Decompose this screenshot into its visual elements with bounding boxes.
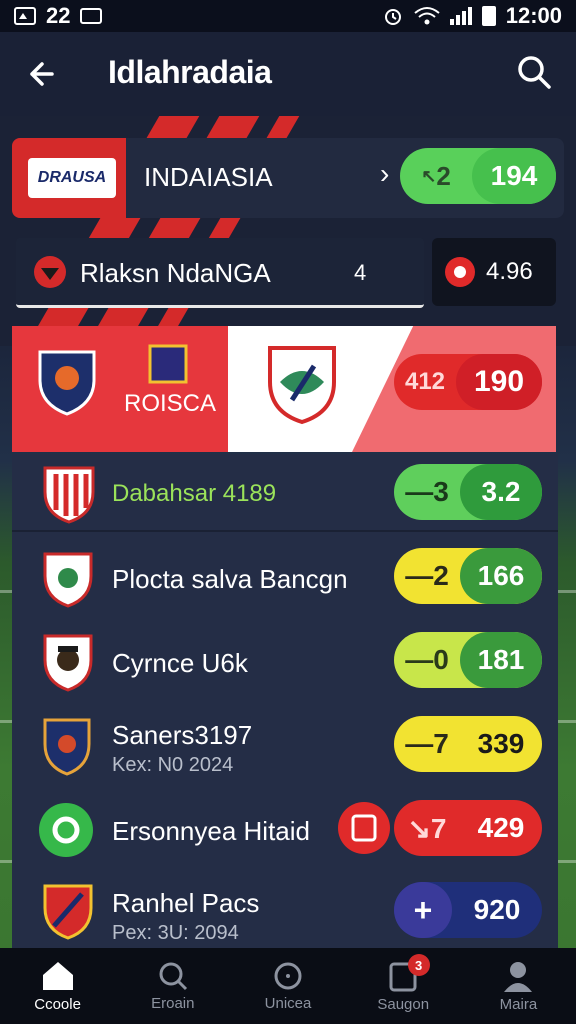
match-row[interactable]: Saners3197 Kex: N0 2024 —7 339 (12, 706, 558, 784)
row-odds-pill[interactable]: ↘7 429 (394, 800, 542, 856)
featured-logo-text: DRAUSA (37, 169, 107, 186)
featured-odds-right: 194 (472, 148, 556, 204)
home-team-flag-icon (148, 344, 188, 384)
profile-icon (504, 961, 533, 992)
row-odds-pill[interactable]: —7 339 (394, 716, 542, 772)
match-row[interactable]: Cyrnce U6k —0 181 (12, 622, 558, 700)
home-team-shield-icon (38, 350, 96, 416)
away-team-shield-icon (268, 346, 336, 425)
secondary-count: 4 (354, 260, 367, 285)
status-time: 12:00 (505, 3, 562, 28)
nav-item-home[interactable]: Ccoole (0, 948, 115, 1024)
nav-label: Eroain (151, 994, 195, 1012)
row-odds-pill[interactable]: + 920 (394, 882, 542, 938)
home-icon (42, 961, 73, 990)
nav-label: Maira (499, 995, 538, 1013)
row-odds-right: 166 (460, 548, 542, 604)
page-title: Idlahradaia (108, 54, 272, 90)
banner-odds-pill[interactable]: 412 190 (394, 354, 542, 410)
secondary-odds-box[interactable]: 4.96 (432, 238, 556, 306)
match-row[interactable]: Dabahsar 4189 —3 3.2 (12, 454, 558, 532)
row-odds-pill[interactable]: —0 181 (394, 632, 542, 688)
nav-item-search[interactable]: Eroain (115, 948, 230, 1024)
match-row[interactable]: Ersonnyea Hitaid ↘7 429 (12, 790, 558, 868)
app-header: Idlahradaia (0, 32, 576, 116)
row-odds-right: 3.2 (460, 464, 542, 520)
team-crest-icon (43, 466, 95, 524)
row-odds-pill[interactable]: —2 166 (394, 548, 542, 604)
match-banner[interactable]: ROISCA 412 190 (12, 326, 556, 452)
featured-odds-left: 2 (436, 160, 451, 191)
row-odds-right: 429 (477, 812, 525, 843)
bottom-navigation: Ccoole Eroain Unicea 3 Saugon Maira (0, 948, 576, 1024)
row-odds-pill[interactable]: —3 3.2 (394, 464, 542, 520)
notification-badge: 3 (407, 954, 430, 976)
chevron-right-icon: › (380, 158, 390, 189)
live-icon (445, 257, 475, 287)
row-team-name: Ersonnyea Hitaid (112, 816, 310, 846)
match-row[interactable]: Plocta salva Bancgn —2 166 (12, 538, 558, 616)
row-odds-left: —2 (405, 560, 449, 591)
alarm-icon (384, 9, 401, 25)
row-team-name: Ranhel Pacs (112, 888, 260, 918)
row-team-name: Dabahsar 4189 (112, 480, 277, 507)
secondary-match-row[interactable]: Rlaksn NdaNGA 4 (16, 238, 424, 308)
row-odds-left: —3 (405, 476, 449, 507)
featured-odds-pill[interactable]: ↖ 2 194 (400, 148, 556, 204)
row-team-subtitle: Pex: 3U: 2094 (112, 922, 239, 944)
search-icon (159, 962, 187, 990)
banner-odds-left: 412 (404, 368, 446, 395)
back-arrow-icon[interactable] (24, 54, 64, 94)
row-odds-right: 181 (460, 632, 542, 688)
wifi-icon (414, 7, 440, 25)
nav-label: Ccoole (34, 995, 81, 1013)
plus-icon: + (394, 882, 452, 938)
team-crest-icon (43, 552, 93, 608)
row-odds-left: ↘7 (407, 812, 447, 844)
row-team-name: Cyrnce U6k (112, 648, 248, 678)
signal-icon (449, 7, 472, 25)
featured-logo: DRAUSA (28, 158, 116, 198)
clock-icon (274, 962, 302, 989)
featured-team-name: INDAIASIA (144, 162, 273, 192)
row-odds-left: —7 (405, 728, 449, 759)
secondary-team-name: Rlaksn NdaNGA (80, 258, 271, 288)
row-odds-left: —0 (405, 644, 449, 675)
row-odds-right: 339 (477, 728, 525, 759)
row-team-subtitle: Kex: N0 2024 (112, 754, 234, 776)
odds-arrow: ↖ (421, 165, 437, 186)
team-crest-icon (43, 718, 91, 776)
search-icon[interactable] (514, 52, 554, 92)
screen-cast-icon (14, 7, 36, 25)
row-team-name: Plocta salva Bancgn (112, 564, 348, 594)
team-crest-icon (43, 634, 93, 692)
notification-bell-icon[interactable] (338, 800, 390, 856)
nav-item-profile[interactable]: Maira (461, 948, 576, 1024)
secondary-odds: 4.96 (486, 258, 533, 285)
nav-item-clipboard[interactable]: 3 Saugon (346, 948, 461, 1024)
row-team-name: Saners3197 (112, 720, 253, 750)
banner-odds-right: 190 (456, 354, 542, 410)
notification-icon (80, 8, 103, 24)
team-crest-icon (43, 884, 93, 940)
live-status-icon (39, 803, 93, 857)
status-bar: 22 12:00 (0, 0, 576, 32)
nav-label: Saugon (377, 995, 430, 1013)
nav-label: Unicea (264, 994, 312, 1012)
battery-icon (481, 6, 496, 26)
status-left-text: 22 (46, 3, 71, 28)
nav-item-clock[interactable]: Unicea (230, 948, 345, 1024)
team-crest-icon (34, 256, 66, 288)
match-row[interactable]: Ranhel Pacs Pex: 3U: 2094 + 920 (12, 874, 558, 948)
row-odds-right: 920 (473, 894, 521, 925)
featured-match-card[interactable]: DRAUSA INDAIASIA › ↖ 2 194 (12, 138, 564, 218)
banner-team-text: ROISCA (124, 390, 217, 417)
